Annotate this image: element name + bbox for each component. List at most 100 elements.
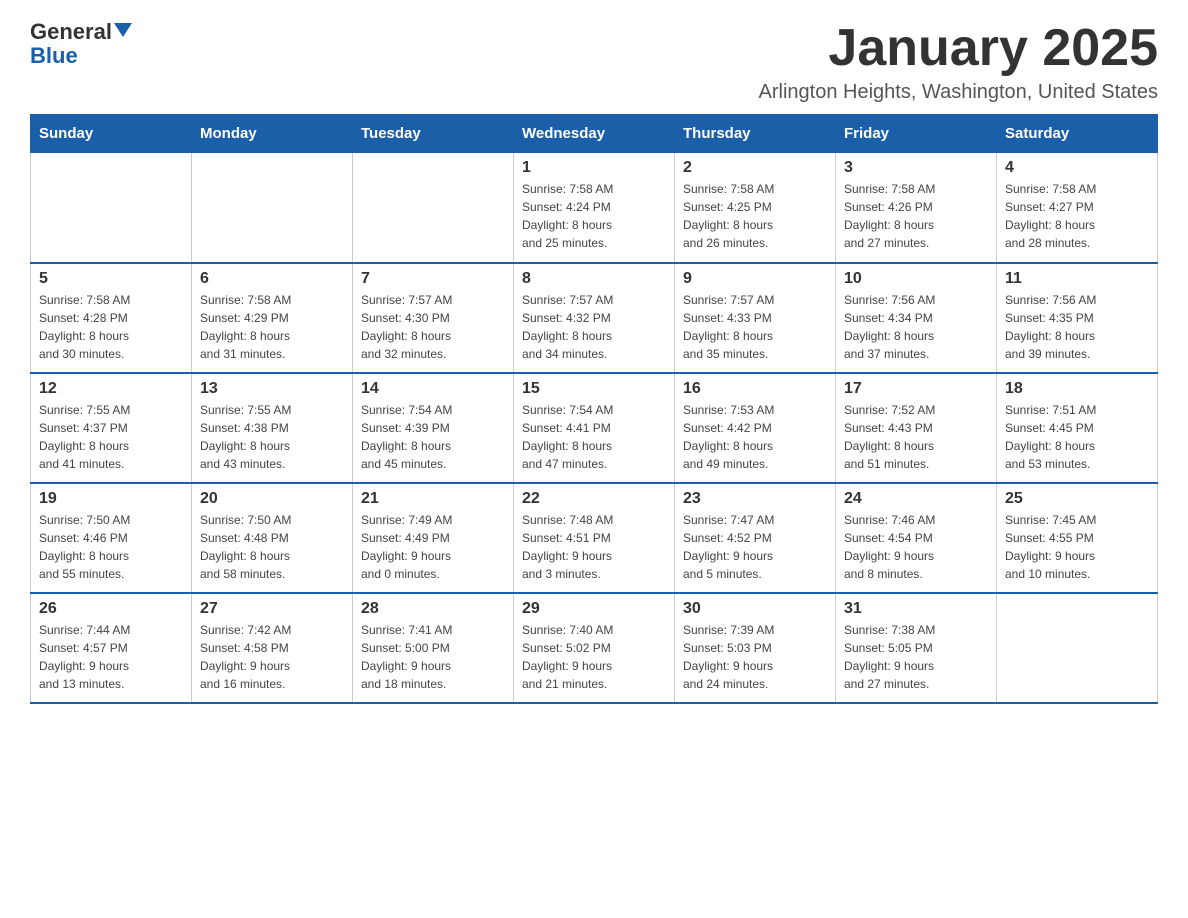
calendar-cell: 19Sunrise: 7:50 AMSunset: 4:46 PMDayligh… bbox=[31, 483, 192, 593]
day-info: Sunrise: 7:58 AMSunset: 4:29 PMDaylight:… bbox=[200, 291, 344, 363]
day-info: Sunrise: 7:50 AMSunset: 4:48 PMDaylight:… bbox=[200, 511, 344, 583]
calendar-cell: 16 Sunrise: 7:53 AMSunset: 4:42 PMDayligh… bbox=[675, 373, 836, 483]
day-info: Sunrise: 7:51 AMSunset: 4:45 PMDaylight:… bbox=[1005, 401, 1149, 473]
day-info: Sunrise: 7:56 AMSunset: 4:34 PMDaylight:… bbox=[844, 291, 988, 363]
calendar-cell: 21 Sunrise: 7:49 AMSunset: 4:49 PMDayligh… bbox=[353, 483, 514, 593]
calendar-cell: 2 Sunrise: 7:58 AMSunset: 4:25 PMDaylight… bbox=[675, 153, 836, 263]
calendar-cell bbox=[192, 153, 353, 263]
calendar-cell: 30 Sunrise: 7:39 AMSunset: 5:03 PMDayligh… bbox=[675, 593, 836, 703]
day-number: 20 bbox=[200, 490, 344, 508]
day-number: 25 bbox=[1005, 490, 1149, 508]
header-friday: Friday bbox=[836, 115, 997, 153]
calendar-cell: 8Sunrise: 7:57 AMSunset: 4:32 PMDaylight… bbox=[514, 263, 675, 373]
week-row-3: 19Sunrise: 7:50 AMSunset: 4:46 PMDayligh… bbox=[31, 483, 1158, 593]
day-number: 27 bbox=[200, 600, 344, 618]
day-info: Sunrise: 7:53 AMSunset: 4:42 PMDaylight:… bbox=[683, 401, 827, 473]
day-info: Sunrise: 7:47 AMSunset: 4:52 PMDaylight:… bbox=[683, 511, 827, 583]
calendar-cell: 18 Sunrise: 7:51 AMSunset: 4:45 PMDayligh… bbox=[997, 373, 1158, 483]
day-info: Sunrise: 7:39 AMSunset: 5:03 PMDaylight:… bbox=[683, 621, 827, 693]
calendar-cell: 29 Sunrise: 7:40 AMSunset: 5:02 PMDayligh… bbox=[514, 593, 675, 703]
day-number: 13 bbox=[200, 380, 344, 398]
header-thursday: Thursday bbox=[675, 115, 836, 153]
header-saturday: Saturday bbox=[997, 115, 1158, 153]
header-tuesday: Tuesday bbox=[353, 115, 514, 153]
calendar-cell: 26 Sunrise: 7:44 AMSunset: 4:57 PMDayligh… bbox=[31, 593, 192, 703]
day-number: 30 bbox=[683, 600, 827, 618]
day-info: Sunrise: 7:42 AMSunset: 4:58 PMDaylight:… bbox=[200, 621, 344, 693]
day-info: Sunrise: 7:40 AMSunset: 5:02 PMDaylight:… bbox=[522, 621, 666, 693]
day-info: Sunrise: 7:46 AMSunset: 4:54 PMDaylight:… bbox=[844, 511, 988, 583]
title-area: January 2025 Arlington Heights, Washingt… bbox=[759, 20, 1158, 104]
day-info: Sunrise: 7:58 AMSunset: 4:25 PMDaylight:… bbox=[683, 180, 827, 252]
day-info: Sunrise: 7:54 AMSunset: 4:41 PMDaylight:… bbox=[522, 401, 666, 473]
day-number: 31 bbox=[844, 600, 988, 618]
day-info: Sunrise: 7:55 AMSunset: 4:38 PMDaylight:… bbox=[200, 401, 344, 473]
day-info: Sunrise: 7:41 AMSunset: 5:00 PMDaylight:… bbox=[361, 621, 505, 693]
header-sunday: Sunday bbox=[31, 115, 192, 153]
day-number: 3 bbox=[844, 159, 988, 177]
day-number: 16 bbox=[683, 380, 827, 398]
calendar-cell bbox=[353, 153, 514, 263]
logo-line1: General bbox=[30, 20, 132, 44]
calendar-cell: 6 Sunrise: 7:58 AMSunset: 4:29 PMDaylight… bbox=[192, 263, 353, 373]
calendar-cell: 22 Sunrise: 7:48 AMSunset: 4:51 PMDayligh… bbox=[514, 483, 675, 593]
day-info: Sunrise: 7:50 AMSunset: 4:46 PMDaylight:… bbox=[39, 511, 183, 583]
calendar-cell: 23Sunrise: 7:47 AMSunset: 4:52 PMDayligh… bbox=[675, 483, 836, 593]
calendar-cell: 10 Sunrise: 7:56 AMSunset: 4:34 PMDayligh… bbox=[836, 263, 997, 373]
week-row-4: 26 Sunrise: 7:44 AMSunset: 4:57 PMDayligh… bbox=[31, 593, 1158, 703]
day-number: 8 bbox=[522, 270, 666, 288]
calendar-cell: 15 Sunrise: 7:54 AMSunset: 4:41 PMDayligh… bbox=[514, 373, 675, 483]
calendar-cell: 9 Sunrise: 7:57 AMSunset: 4:33 PMDaylight… bbox=[675, 263, 836, 373]
day-number: 7 bbox=[361, 270, 505, 288]
calendar-cell: 14Sunrise: 7:54 AMSunset: 4:39 PMDayligh… bbox=[353, 373, 514, 483]
week-row-2: 12 Sunrise: 7:55 AMSunset: 4:37 PMDayligh… bbox=[31, 373, 1158, 483]
day-info: Sunrise: 7:49 AMSunset: 4:49 PMDaylight:… bbox=[361, 511, 505, 583]
day-info: Sunrise: 7:55 AMSunset: 4:37 PMDaylight:… bbox=[39, 401, 183, 473]
week-row-1: 5Sunrise: 7:58 AMSunset: 4:28 PMDaylight… bbox=[31, 263, 1158, 373]
day-number: 26 bbox=[39, 600, 183, 618]
calendar-cell: 11Sunrise: 7:56 AMSunset: 4:35 PMDayligh… bbox=[997, 263, 1158, 373]
day-number: 10 bbox=[844, 270, 988, 288]
calendar-cell: 12 Sunrise: 7:55 AMSunset: 4:37 PMDayligh… bbox=[31, 373, 192, 483]
calendar-cell: 7 Sunrise: 7:57 AMSunset: 4:30 PMDaylight… bbox=[353, 263, 514, 373]
day-number: 2 bbox=[683, 159, 827, 177]
day-info: Sunrise: 7:58 AMSunset: 4:24 PMDaylight:… bbox=[522, 180, 666, 252]
day-number: 18 bbox=[1005, 380, 1149, 398]
calendar-cell bbox=[31, 153, 192, 263]
page-title: January 2025 bbox=[759, 20, 1158, 77]
day-number: 21 bbox=[361, 490, 505, 508]
calendar-cell: 5Sunrise: 7:58 AMSunset: 4:28 PMDaylight… bbox=[31, 263, 192, 373]
day-info: Sunrise: 7:38 AMSunset: 5:05 PMDaylight:… bbox=[844, 621, 988, 693]
day-number: 15 bbox=[522, 380, 666, 398]
calendar-cell: 13 Sunrise: 7:55 AMSunset: 4:38 PMDayligh… bbox=[192, 373, 353, 483]
day-number: 9 bbox=[683, 270, 827, 288]
day-info: Sunrise: 7:58 AMSunset: 4:27 PMDaylight:… bbox=[1005, 180, 1149, 252]
day-info: Sunrise: 7:57 AMSunset: 4:33 PMDaylight:… bbox=[683, 291, 827, 363]
day-number: 12 bbox=[39, 380, 183, 398]
week-row-0: 1Sunrise: 7:58 AMSunset: 4:24 PMDaylight… bbox=[31, 153, 1158, 263]
calendar-cell: 27 Sunrise: 7:42 AMSunset: 4:58 PMDayligh… bbox=[192, 593, 353, 703]
header-monday: Monday bbox=[192, 115, 353, 153]
day-info: Sunrise: 7:44 AMSunset: 4:57 PMDaylight:… bbox=[39, 621, 183, 693]
header-row: SundayMondayTuesdayWednesdayThursdayFrid… bbox=[31, 115, 1158, 153]
day-info: Sunrise: 7:57 AMSunset: 4:30 PMDaylight:… bbox=[361, 291, 505, 363]
calendar-header: SundayMondayTuesdayWednesdayThursdayFrid… bbox=[31, 115, 1158, 153]
day-number: 28 bbox=[361, 600, 505, 618]
page-header: General Blue January 2025 Arlington Heig… bbox=[30, 20, 1158, 104]
calendar-body: 1Sunrise: 7:58 AMSunset: 4:24 PMDaylight… bbox=[31, 153, 1158, 703]
day-number: 22 bbox=[522, 490, 666, 508]
day-number: 6 bbox=[200, 270, 344, 288]
day-info: Sunrise: 7:48 AMSunset: 4:51 PMDaylight:… bbox=[522, 511, 666, 583]
day-number: 14 bbox=[361, 380, 505, 398]
calendar-cell: 20 Sunrise: 7:50 AMSunset: 4:48 PMDayligh… bbox=[192, 483, 353, 593]
calendar-cell: 4Sunrise: 7:58 AMSunset: 4:27 PMDaylight… bbox=[997, 153, 1158, 263]
logo-triangle-icon bbox=[114, 23, 132, 37]
calendar-table: SundayMondayTuesdayWednesdayThursdayFrid… bbox=[30, 114, 1158, 704]
calendar-cell bbox=[997, 593, 1158, 703]
calendar-cell: 3Sunrise: 7:58 AMSunset: 4:26 PMDaylight… bbox=[836, 153, 997, 263]
day-info: Sunrise: 7:56 AMSunset: 4:35 PMDaylight:… bbox=[1005, 291, 1149, 363]
calendar-cell: 31 Sunrise: 7:38 AMSunset: 5:05 PMDayligh… bbox=[836, 593, 997, 703]
day-number: 29 bbox=[522, 600, 666, 618]
logo-line2: Blue bbox=[30, 43, 78, 68]
logo: General Blue bbox=[30, 20, 132, 68]
